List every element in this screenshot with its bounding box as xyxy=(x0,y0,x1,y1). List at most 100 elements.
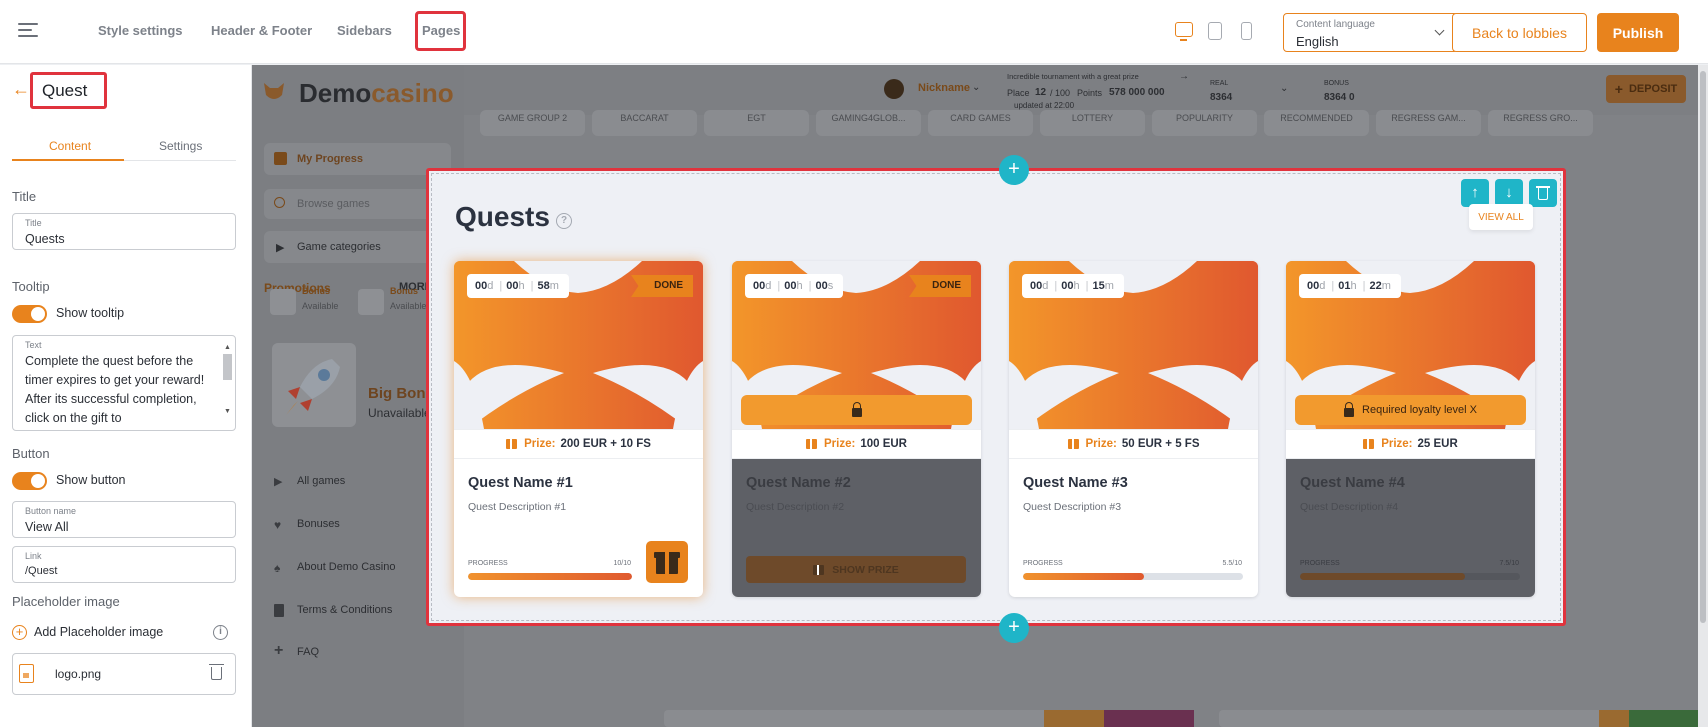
big-bonus-status: Unavailable xyxy=(368,406,431,420)
tab-sidebars[interactable]: Sidebars xyxy=(337,23,392,38)
category-pill[interactable]: CARD GAMES xyxy=(928,110,1033,136)
quest-description: Quest Description #2 xyxy=(746,501,845,513)
category-pill[interactable]: REGRESS GRO... xyxy=(1488,110,1593,136)
sidebar-link-faq[interactable]: FAQ xyxy=(297,646,319,658)
tab-pages[interactable]: Pages xyxy=(422,23,460,38)
browse-games-placeholder: Browse games xyxy=(297,198,370,210)
tournament-place-label: Place xyxy=(1007,88,1030,98)
quests-widget[interactable]: + + ↑ ↓ Quests ? VIEW ALL 00d | 00h | 58m DON… xyxy=(426,155,1566,643)
my-progress-card[interactable]: My Progress xyxy=(264,143,451,175)
timer-last-unit: m xyxy=(1104,280,1114,292)
quest-card[interactable]: 00d | 01h | 22m Required loyalty level X Prize… xyxy=(1286,261,1535,597)
quest-name: Quest Name #2 xyxy=(746,475,851,491)
sidebar-link-bonuses[interactable]: Bonuses xyxy=(297,518,340,530)
prize-row: Prize: 200 EUR + 10 FS xyxy=(454,429,703,459)
quest-card[interactable]: 00d | 00h | 00s DONE Prize: 100 EUR Quest Name #… xyxy=(732,261,981,597)
tab-style-settings[interactable]: Style settings xyxy=(98,23,183,38)
back-to-lobbies-button[interactable]: Back to lobbies xyxy=(1452,13,1587,52)
progress-bar xyxy=(1300,573,1520,580)
gift-icon xyxy=(806,439,817,449)
chevron-down-icon[interactable]: ⌄ xyxy=(1280,83,1288,94)
quests-title: Quests xyxy=(455,201,550,232)
arrow-right-icon[interactable]: → xyxy=(1179,71,1189,82)
progress-label: PROGRESS xyxy=(468,560,508,567)
trash-icon[interactable] xyxy=(209,664,224,680)
category-pill[interactable]: POPULARITY xyxy=(1152,110,1257,136)
scroll-down-icon[interactable]: ▼ xyxy=(224,408,231,415)
tab-settings[interactable]: Settings xyxy=(159,139,202,153)
mobile-view-icon[interactable] xyxy=(1241,22,1252,40)
gift-icon xyxy=(506,439,518,449)
move-down-button[interactable]: ↓ xyxy=(1495,179,1523,207)
category-pill[interactable]: RECOMMENDED xyxy=(1264,110,1369,136)
category-pill[interactable]: BACCARAT xyxy=(592,110,697,136)
category-pill[interactable]: LOTTERY xyxy=(1040,110,1145,136)
bonus-label-1[interactable]: Bonus xyxy=(302,286,330,296)
category-pill[interactable]: REGRESS GAM... xyxy=(1376,110,1481,136)
browse-games-search[interactable]: Browse games xyxy=(264,189,451,219)
quest-card[interactable]: 00d | 00h | 58m DONE Prize: 200 EUR + 10 FS Ques… xyxy=(454,261,703,597)
prize-value: 50 EUR + 5 FS xyxy=(1121,438,1200,450)
button-name-value: View All xyxy=(25,520,69,534)
document-icon xyxy=(274,604,284,617)
button-name-field[interactable]: Button name View All xyxy=(12,501,236,538)
game-categories-item[interactable]: ▶ Game categories › xyxy=(264,231,451,263)
bonus-label-2[interactable]: Bonus xyxy=(390,286,418,296)
quest-card[interactable]: 00d | 00h | 15m Prize: 50 EUR + 5 FS Quest Name… xyxy=(1009,261,1258,597)
deposit-button[interactable]: + DEPOSIT xyxy=(1606,75,1686,103)
link-field[interactable]: Link /Quest xyxy=(12,546,236,583)
my-progress-label: My Progress xyxy=(297,153,364,165)
casino-logo-icon xyxy=(264,83,284,99)
title-section-heading: Title xyxy=(12,189,37,204)
sidebar-link-terms[interactable]: Terms & Conditions xyxy=(297,604,392,616)
tablet-view-icon[interactable] xyxy=(1208,22,1222,40)
show-button-toggle[interactable] xyxy=(12,472,47,490)
tab-header-footer[interactable]: Header & Footer xyxy=(211,23,312,38)
add-section-above-button[interactable]: + xyxy=(999,155,1029,185)
plus-icon: + xyxy=(12,625,27,640)
claim-gift-button[interactable] xyxy=(646,541,688,583)
chevron-down-icon xyxy=(1434,25,1445,36)
menu-icon[interactable] xyxy=(18,22,38,38)
trash-lid xyxy=(1536,186,1550,188)
textarea-scroll-thumb[interactable] xyxy=(223,354,232,380)
view-all-button[interactable]: VIEW ALL xyxy=(1469,204,1533,230)
avatar[interactable] xyxy=(884,79,904,99)
delete-widget-button[interactable] xyxy=(1529,179,1557,207)
progress-label: PROGRESS xyxy=(1300,560,1340,567)
textarea-scrollbar[interactable]: ▲ ▼ xyxy=(222,344,233,415)
sidebar-link-about[interactable]: About Demo Casino xyxy=(297,561,395,573)
publish-button[interactable]: Publish xyxy=(1597,13,1679,52)
help-icon[interactable]: ? xyxy=(556,213,572,229)
preview-scrollbar[interactable] xyxy=(1698,65,1708,727)
tab-content[interactable]: Content xyxy=(49,139,91,153)
chevron-down-icon[interactable]: ⌄ xyxy=(972,82,980,93)
active-tab-indicator xyxy=(12,159,124,161)
content-language-label: Content language xyxy=(1296,19,1375,30)
show-tooltip-toggle[interactable] xyxy=(12,305,47,323)
back-arrow-icon[interactable]: ← xyxy=(12,79,30,100)
show-prize-button[interactable]: SHOW PRIZE xyxy=(746,556,966,583)
nickname[interactable]: Nickname xyxy=(918,82,970,94)
sidebar-link-all-games[interactable]: All games xyxy=(297,475,345,487)
deposit-label: DEPOSIT xyxy=(1628,83,1678,95)
prize-value: 200 EUR + 10 FS xyxy=(560,438,651,450)
preview-scroll-thumb[interactable] xyxy=(1700,71,1706,623)
content-language-select[interactable]: Content language English xyxy=(1283,13,1458,52)
progress-value: 10/10 xyxy=(613,560,631,567)
tooltip-text-area[interactable]: Text Complete the quest before the timer… xyxy=(12,335,236,431)
quest-timer: 00d | 01h | 22m xyxy=(1299,274,1401,298)
category-pill[interactable]: GAME GROUP 2 xyxy=(480,110,585,136)
category-pill[interactable]: EGT xyxy=(704,110,809,136)
quest-body: Quest Name #4 Quest Description #4 PROGRES… xyxy=(1286,459,1535,597)
scroll-up-icon[interactable]: ▲ xyxy=(224,344,231,351)
add-section-below-button[interactable]: + xyxy=(999,613,1029,643)
title-field[interactable]: Title Quests xyxy=(12,213,236,250)
progress-bar xyxy=(468,573,632,580)
desktop-view-icon[interactable] xyxy=(1175,22,1193,41)
move-up-button[interactable]: ↑ xyxy=(1461,179,1489,207)
info-icon[interactable]: i xyxy=(213,625,228,640)
panel-tabs: Content Settings xyxy=(12,135,236,161)
category-pill[interactable]: GAMING4GLOB... xyxy=(816,110,921,136)
quest-description: Quest Description #1 xyxy=(468,501,567,513)
